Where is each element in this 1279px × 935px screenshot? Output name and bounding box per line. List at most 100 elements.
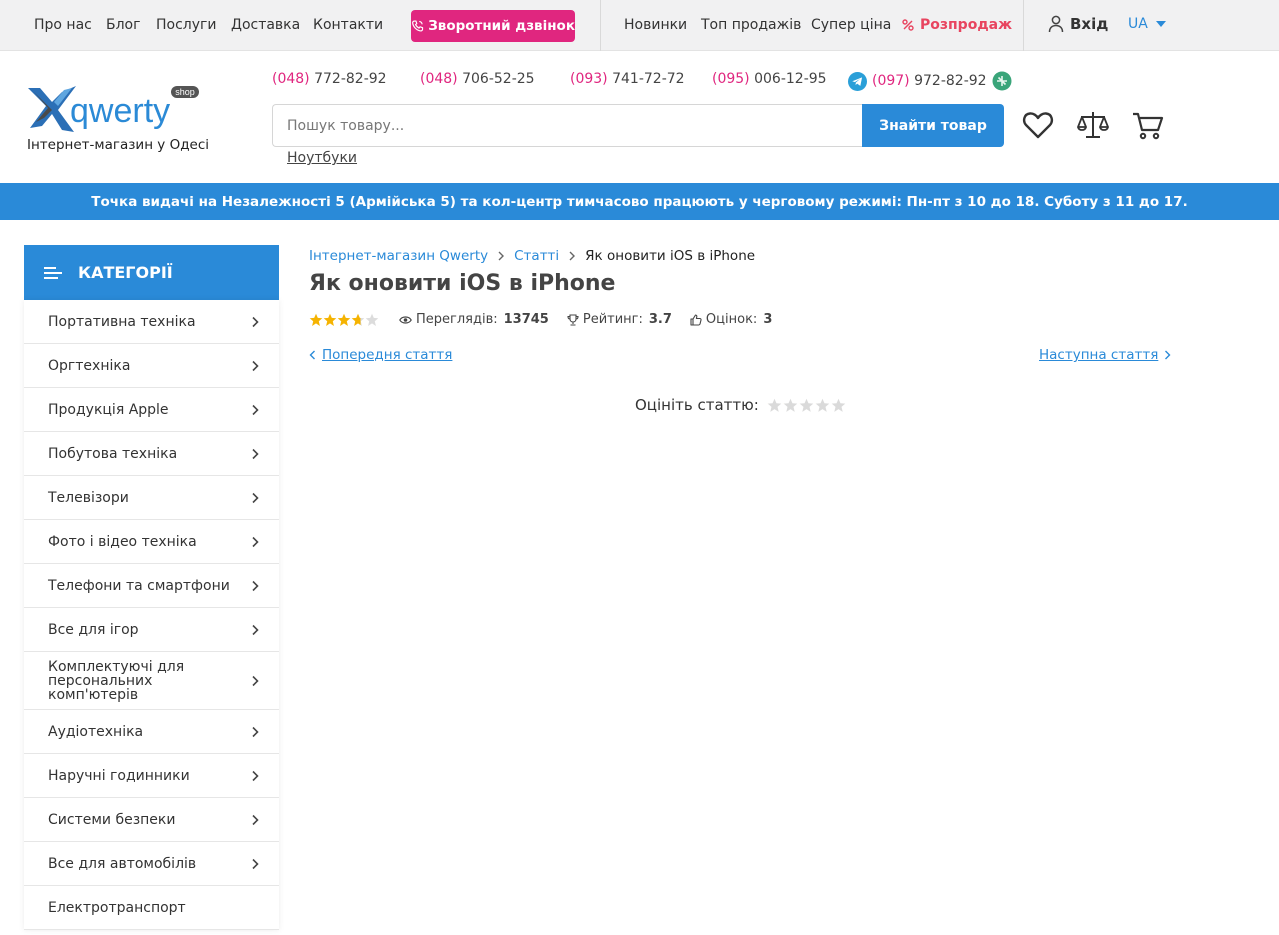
phone-number[interactable]: (048) 706-52-25 — [420, 71, 535, 87]
login-link[interactable]: Вхід — [1048, 15, 1108, 33]
chevron-right-icon — [252, 858, 259, 869]
sidebar-category-item[interactable]: Телефони та смартфони — [24, 564, 279, 608]
chevron-right-icon — [252, 404, 259, 415]
search-hint-link[interactable]: Ноутбуки — [287, 150, 357, 166]
nav-link-new[interactable]: Новинки — [624, 17, 687, 33]
star-icon — [365, 313, 379, 326]
sidebar-category-item[interactable]: Електротранспорт — [24, 886, 279, 930]
next-article-label: Наступна стаття — [1039, 347, 1159, 363]
phone-number[interactable]: (048) 772-82-92 — [272, 71, 387, 87]
breadcrumb-articles[interactable]: Статті — [514, 248, 559, 264]
caret-down-icon — [1155, 21, 1166, 27]
sidebar-category-label: Фото і відео техніка — [48, 533, 197, 550]
sidebar-category-label: Телефони та смартфони — [48, 577, 230, 594]
language-select[interactable]: UA — [1128, 16, 1166, 32]
phone-number[interactable]: (093) 741-72-72 — [570, 71, 685, 87]
sidebar-category-item[interactable]: Портативна техніка — [24, 300, 279, 344]
top-bar: Про нас Блог Послуги Доставка Контакти З… — [0, 0, 1279, 51]
callback-label: Зворотний дзвінок — [428, 18, 575, 34]
telegram-icon — [848, 71, 867, 91]
chevron-right-icon — [498, 251, 505, 261]
prev-article-link[interactable]: Попередня стаття — [309, 347, 452, 363]
rating-value: 3.7 — [648, 312, 672, 327]
phone-number[interactable]: (097) 972-82-92 — [848, 71, 1012, 91]
search-button[interactable]: Знайти товар — [862, 104, 1004, 147]
sidebar-category-label: Аудіотехніка — [48, 723, 144, 740]
divider — [600, 0, 601, 51]
sale-label: Розпродаж — [920, 17, 1013, 33]
sidebar-category-item[interactable]: Все для автомобілів — [24, 842, 279, 886]
nav-link-sale[interactable]: Розпродаж — [902, 17, 1012, 33]
phone-digits: 972-82-92 — [909, 73, 987, 89]
sidebar-category-label: Системи безпеки — [48, 811, 176, 828]
rate-stars-input[interactable] — [767, 398, 846, 413]
phone-code: (093) — [570, 71, 608, 87]
rate-article: Оцініть статтю: — [635, 396, 846, 414]
sidebar-category-item[interactable]: Комплектуючі для персональних комп'ютері… — [24, 652, 279, 710]
trophy-icon — [567, 313, 579, 326]
sidebar-category-item[interactable]: Оргтехніка — [24, 344, 279, 388]
rate-star-icon[interactable] — [783, 398, 798, 413]
star-icon — [337, 313, 351, 326]
sidebar-category-item[interactable]: Все для ігор — [24, 608, 279, 652]
breadcrumb-home[interactable]: Інтернет-магазин Qwerty — [309, 248, 488, 264]
chevron-right-icon — [252, 536, 259, 547]
logo-text: qwerty — [70, 92, 170, 130]
sidebar-category-item[interactable]: Телевізори — [24, 476, 279, 520]
search-input[interactable] — [272, 104, 864, 147]
phone-digits: 006-12-95 — [749, 71, 827, 87]
language-label: UA — [1128, 16, 1148, 32]
callback-button[interactable]: Зворотний дзвінок — [411, 10, 575, 42]
rate-label: Оцініть статтю: — [635, 396, 759, 414]
compare-scales-icon[interactable] — [1076, 108, 1110, 142]
chevron-right-icon — [252, 624, 259, 635]
percent-icon — [902, 19, 914, 31]
chevron-right-icon — [252, 580, 259, 591]
sidebar-category-label: Оргтехніка — [48, 357, 131, 374]
nav-link-super-price[interactable]: Супер ціна — [811, 17, 891, 33]
prev-article-label: Попередня стаття — [322, 347, 453, 363]
sidebar-category-label: Телевізори — [48, 489, 129, 506]
login-label: Вхід — [1070, 15, 1109, 33]
logo-subtitle: Інтернет-магазин у Одесі — [27, 137, 210, 153]
rating-label: Рейтинг: — [582, 312, 643, 327]
nav-link-services[interactable]: Послуги — [156, 17, 216, 33]
sidebar-category-item[interactable]: Побутова техніка — [24, 432, 279, 476]
cart-icon[interactable] — [1131, 108, 1165, 142]
rate-star-icon[interactable] — [815, 398, 830, 413]
views-count: Переглядів: 13745 — [399, 312, 549, 327]
views-label: Переглядів: — [416, 312, 498, 327]
sidebar-category-label: Все для ігор — [48, 621, 139, 638]
rate-star-icon[interactable] — [767, 398, 782, 413]
phone-number[interactable]: (095) 006-12-95 — [712, 71, 827, 87]
eye-icon — [399, 315, 412, 324]
sidebar-category-item[interactable]: Аудіотехніка — [24, 710, 279, 754]
nav-link-delivery[interactable]: Доставка — [231, 17, 300, 33]
phone-digits: 706-52-25 — [457, 71, 535, 87]
kyivstar-icon — [992, 71, 1012, 91]
phone-code: (097) — [872, 73, 910, 89]
user-icon — [1048, 15, 1064, 33]
nav-link-blog[interactable]: Блог — [106, 17, 140, 33]
rate-star-icon[interactable] — [831, 398, 846, 413]
nav-link-top-sales[interactable]: Топ продажів — [701, 17, 801, 33]
categories-header[interactable]: КАТЕГОРІЇ — [24, 245, 279, 300]
sidebar-category-label: Наручні годинники — [48, 767, 190, 784]
rate-star-icon[interactable] — [799, 398, 814, 413]
breadcrumb: Інтернет-магазин Qwerty Статті Як оновит… — [309, 248, 755, 264]
breadcrumb-current: Як оновити iOS в iPhone — [585, 248, 756, 264]
star-icon — [309, 313, 323, 326]
chevron-right-icon — [252, 770, 259, 781]
next-article-link[interactable]: Наступна стаття — [1039, 347, 1171, 363]
nav-link-about[interactable]: Про нас — [34, 17, 92, 33]
sidebar-category-item[interactable]: Системи безпеки — [24, 798, 279, 842]
chevron-right-icon — [252, 675, 259, 686]
sidebar-category-item[interactable]: Продукція Apple — [24, 388, 279, 432]
heart-icon[interactable] — [1021, 108, 1055, 142]
nav-link-contacts[interactable]: Контакти — [313, 17, 383, 33]
sidebar-category-item[interactable]: Наручні годинники — [24, 754, 279, 798]
votes-count: Оцінок: 3 — [690, 312, 772, 327]
divider — [1023, 0, 1024, 51]
sidebar-category-item[interactable]: Фото і відео техніка — [24, 520, 279, 564]
notice-bar: Точка видачі на Незалежності 5 (Армійськ… — [0, 183, 1279, 220]
